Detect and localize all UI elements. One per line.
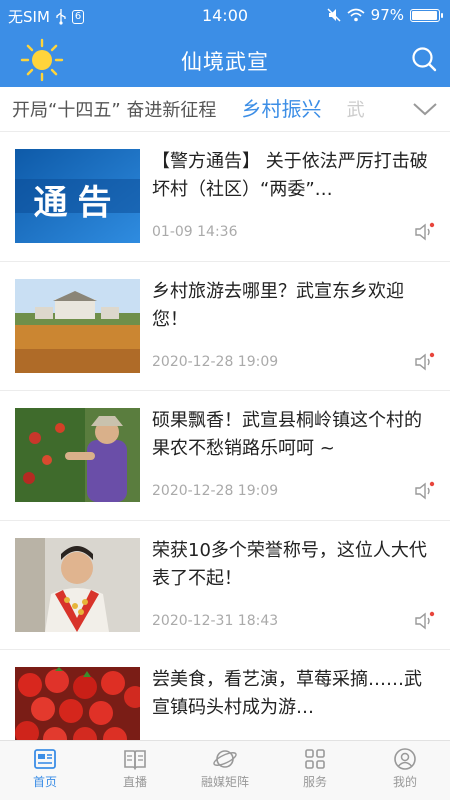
news-time: 2020-12-31 18:43 <box>152 612 279 629</box>
news-thumbnail <box>15 408 140 502</box>
news-thumbnail: 通告 <box>15 149 140 243</box>
chevron-down-icon <box>413 103 437 116</box>
news-item[interactable]: 硕果飘香！武宣县桐岭镇这个村的果农不愁销路乐呵呵 ~ 2020-12-28 19… <box>0 390 450 520</box>
news-time: 2020-12-28 19:09 <box>152 353 279 370</box>
audio-icon[interactable] <box>414 222 436 242</box>
news-item[interactable]: 通告 【警方通告】 关于依法严厉打击破坏村（社区）“两委”… 01-09 14:… <box>0 131 450 261</box>
channel-tabs: 开局“十四五” 奋进新征程 乡村振兴 武 <box>0 87 400 131</box>
news-list: 通告 【警方通告】 关于依法严厉打击破坏村（社区）“两委”… 01-09 14:… <box>0 131 450 740</box>
news-thumbnail <box>15 667 140 740</box>
news-item[interactable]: 尝美食，看艺演，草莓采摘……武宣镇码头村成为游… <box>0 649 450 740</box>
user-icon <box>394 748 416 770</box>
mute-icon <box>327 8 341 22</box>
channel-tab-rural-revitalization[interactable]: 乡村振兴 <box>241 87 321 131</box>
tab-label: 我的 <box>392 775 417 789</box>
book-icon <box>124 750 146 770</box>
channel-bar: 开局“十四五” 奋进新征程 乡村振兴 武 <box>0 87 450 131</box>
tab-live[interactable]: 直播 <box>90 741 180 800</box>
channel-tab-wuxuan[interactable]: 武 <box>347 89 365 131</box>
tab-label: 融媒矩阵 <box>200 775 249 789</box>
tab-services[interactable]: 服务 <box>270 741 360 800</box>
news-headline: 尝美食，看艺演，草莓采摘……武宣镇码头村成为游… <box>152 669 422 718</box>
tab-label: 首页 <box>32 775 57 789</box>
news-headline: 【警方通告】 关于依法严厉打击破坏村（社区）“两委”… <box>152 151 428 200</box>
audio-icon[interactable] <box>414 611 436 631</box>
home-icon <box>34 749 56 769</box>
news-thumbnail <box>15 278 140 373</box>
news-thumbnail <box>15 537 140 632</box>
tab-media-matrix[interactable]: 融媒矩阵 <box>180 741 270 800</box>
news-headline: 乡村旅游去哪里？武宣东乡欢迎您！ <box>152 280 404 330</box>
battery-icon <box>410 8 443 22</box>
tab-label: 服务 <box>302 775 327 789</box>
grid-icon <box>305 749 325 769</box>
status-bar: 无SIM 6 14:00 97% <box>0 0 450 32</box>
status-right: 97% <box>327 6 443 24</box>
news-item[interactable]: 乡村旅游去哪里？武宣东乡欢迎您！ 2020-12-28 19:09 <box>0 260 450 391</box>
audio-icon[interactable] <box>414 352 436 372</box>
news-headline: 硕果飘香！武宣县桐岭镇这个村的果农不愁销路乐呵呵 ~ <box>152 410 422 459</box>
planet-icon <box>213 750 237 768</box>
news-item[interactable]: 荣获10多个荣誉称号，这位人大代表了不起！ 2020-12-31 18:43 <box>0 519 450 650</box>
notice-thumb-text: 通告 <box>33 183 122 223</box>
battery-percent: 97% <box>370 6 404 24</box>
channel-expand-button[interactable] <box>400 87 450 131</box>
app-header: 仙境武宣 <box>0 32 450 87</box>
news-headline: 荣获10多个荣誉称号，这位人大代表了不起！ <box>152 539 427 589</box>
app-title: 仙境武宣 <box>181 50 269 74</box>
tab-home[interactable]: 首页 <box>0 741 90 800</box>
news-time: 01-09 14:36 <box>152 224 238 240</box>
wifi-icon <box>347 8 365 22</box>
audio-icon[interactable] <box>414 481 436 501</box>
bottom-tab-bar: 首页 直播 融媒矩阵 服务 我的 <box>0 740 450 800</box>
channel-tab-fourteenth-plan[interactable]: 开局“十四五” 奋进新征程 <box>12 89 216 131</box>
tab-label: 直播 <box>122 775 147 789</box>
tab-mine[interactable]: 我的 <box>360 741 450 800</box>
news-time: 2020-12-28 19:09 <box>152 483 279 499</box>
search-icon[interactable] <box>410 45 438 73</box>
